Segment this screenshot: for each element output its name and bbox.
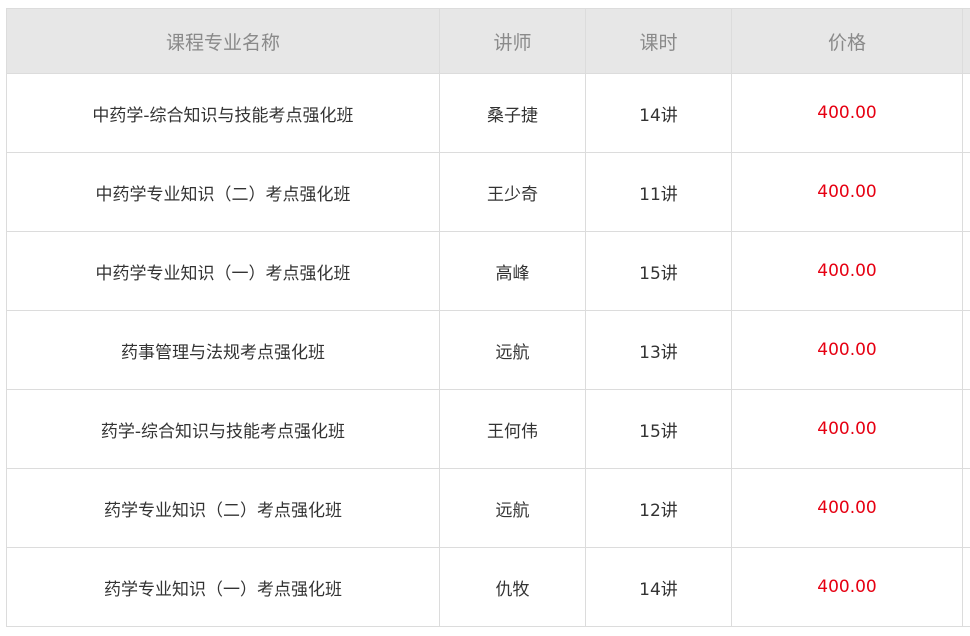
price-cell: 400.00 xyxy=(731,73,963,153)
table-row: 药学专业知识（一）考点强化班 仇牧 14讲 400.00 xyxy=(6,547,970,627)
course-price-table: 课程专业名称 讲师 课时 价格 中药学-综合知识与技能考点强化班 桑子捷 14讲… xyxy=(6,8,970,627)
teacher-cell: 王何伟 xyxy=(439,389,586,469)
teacher-cell: 远航 xyxy=(439,468,586,548)
price-cell: 400.00 xyxy=(731,231,963,311)
table-header-row: 课程专业名称 讲师 课时 价格 xyxy=(6,8,970,74)
price-cell: 400.00 xyxy=(731,310,963,390)
header-extra xyxy=(962,8,970,74)
extra-cell xyxy=(962,389,970,469)
teacher-cell: 仇牧 xyxy=(439,547,586,627)
price-cell: 400.00 xyxy=(731,152,963,232)
teacher-cell: 远航 xyxy=(439,310,586,390)
extra-cell xyxy=(962,231,970,311)
extra-cell xyxy=(962,73,970,153)
course-name-cell: 中药学专业知识（二）考点强化班 xyxy=(6,152,440,232)
hours-cell: 15讲 xyxy=(585,389,732,469)
table-row: 药学专业知识（二）考点强化班 远航 12讲 400.00 xyxy=(6,468,970,548)
hours-cell: 14讲 xyxy=(585,73,732,153)
teacher-cell: 桑子捷 xyxy=(439,73,586,153)
header-course-name: 课程专业名称 xyxy=(6,8,440,74)
header-teacher: 讲师 xyxy=(439,8,586,74)
course-name-cell: 中药学专业知识（一）考点强化班 xyxy=(6,231,440,311)
hours-cell: 12讲 xyxy=(585,468,732,548)
extra-cell xyxy=(962,152,970,232)
course-name-cell: 药学专业知识（二）考点强化班 xyxy=(6,468,440,548)
extra-cell xyxy=(962,310,970,390)
price-cell: 400.00 xyxy=(731,389,963,469)
table-row: 中药学专业知识（二）考点强化班 王少奇 11讲 400.00 xyxy=(6,152,970,232)
course-name-cell: 药事管理与法规考点强化班 xyxy=(6,310,440,390)
course-price-table-container: 课程专业名称 讲师 课时 价格 中药学-综合知识与技能考点强化班 桑子捷 14讲… xyxy=(6,8,970,627)
table-row: 药学-综合知识与技能考点强化班 王何伟 15讲 400.00 xyxy=(6,389,970,469)
header-price: 价格 xyxy=(731,8,963,74)
hours-cell: 11讲 xyxy=(585,152,732,232)
price-cell: 400.00 xyxy=(731,468,963,548)
course-name-cell: 中药学-综合知识与技能考点强化班 xyxy=(6,73,440,153)
teacher-cell: 王少奇 xyxy=(439,152,586,232)
extra-cell xyxy=(962,468,970,548)
course-name-cell: 药学专业知识（一）考点强化班 xyxy=(6,547,440,627)
header-hours: 课时 xyxy=(585,8,732,74)
course-name-cell: 药学-综合知识与技能考点强化班 xyxy=(6,389,440,469)
table-row: 药事管理与法规考点强化班 远航 13讲 400.00 xyxy=(6,310,970,390)
hours-cell: 13讲 xyxy=(585,310,732,390)
price-cell: 400.00 xyxy=(731,547,963,627)
table-row: 中药学-综合知识与技能考点强化班 桑子捷 14讲 400.00 xyxy=(6,73,970,153)
table-row: 中药学专业知识（一）考点强化班 高峰 15讲 400.00 xyxy=(6,231,970,311)
teacher-cell: 高峰 xyxy=(439,231,586,311)
extra-cell xyxy=(962,547,970,627)
hours-cell: 15讲 xyxy=(585,231,732,311)
hours-cell: 14讲 xyxy=(585,547,732,627)
